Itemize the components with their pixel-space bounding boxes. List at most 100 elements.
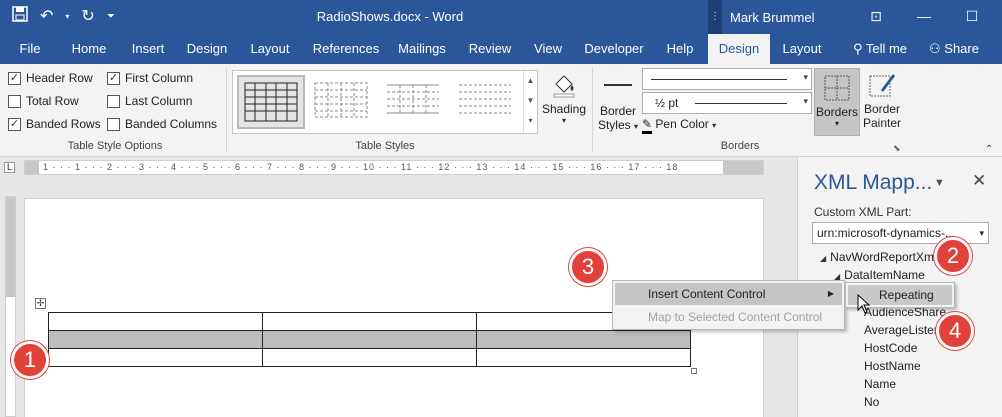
- maximize-button[interactable]: ☐: [948, 0, 996, 34]
- last-column-checkbox[interactable]: Last Column: [107, 94, 192, 108]
- gallery-up-icon[interactable]: ▲: [524, 71, 537, 91]
- table-cell[interactable]: [476, 330, 691, 349]
- table-style-grid[interactable]: [237, 75, 305, 129]
- table-cell[interactable]: [262, 312, 477, 331]
- ribbon-options-icon[interactable]: ⊡: [852, 0, 900, 34]
- table-cell[interactable]: [262, 330, 477, 349]
- mouse-cursor-icon: [857, 293, 871, 319]
- horizontal-ruler[interactable]: 1 · · · 1 · · · 2 · · · 3 · · · 4 · · · …: [24, 160, 764, 175]
- last-column-label: Last Column: [125, 94, 193, 108]
- ruler-margin-left: [25, 161, 39, 174]
- tree-node-averagelisten[interactable]: AverageListen: [864, 323, 941, 337]
- table-style-plain-1[interactable]: [309, 75, 377, 129]
- borders-label: Borders: [815, 105, 859, 119]
- border-styles-button[interactable]: Border Styles ▾: [596, 68, 640, 140]
- tab-view[interactable]: View: [526, 34, 570, 64]
- total-row-checkbox[interactable]: Total Row: [8, 94, 79, 108]
- table-cell[interactable]: [48, 330, 263, 349]
- table-resize-handle[interactable]: [691, 368, 697, 374]
- document-title: RadioShows.docx - Word: [316, 9, 464, 24]
- dropdown-arrow-icon: ▾: [561, 116, 566, 125]
- ruler-margin-right: [723, 161, 763, 174]
- tab-insert[interactable]: Insert: [124, 34, 172, 64]
- table-cell[interactable]: [262, 348, 477, 367]
- collapse-ribbon-icon[interactable]: ⌃: [985, 144, 993, 155]
- tree-node-hostcode[interactable]: HostCode: [864, 341, 917, 355]
- table-style-plain-2[interactable]: [381, 75, 449, 129]
- borders-dialog-launcher-icon[interactable]: ⬊: [893, 143, 901, 154]
- tree-node-no[interactable]: No: [864, 395, 879, 409]
- table-row[interactable]: [48, 348, 691, 367]
- border-painter-button[interactable]: Border Painter: [860, 68, 904, 140]
- table-row[interactable]: [48, 312, 691, 331]
- table-style-plain-3[interactable]: [453, 75, 521, 129]
- borders-group-label: Borders: [720, 140, 760, 152]
- banded-rows-checkbox[interactable]: ✓ Banded Rows: [8, 117, 101, 131]
- ribbon: ✓ Header Row Total Row ✓ Banded Rows ✓ F…: [0, 64, 1002, 157]
- gallery-scroll[interactable]: ▲ ▼ ▾: [523, 71, 537, 133]
- tab-mailings[interactable]: Mailings: [390, 34, 454, 64]
- share-button[interactable]: ⚇ Share: [924, 34, 984, 64]
- close-icon[interactable]: ✕: [972, 171, 986, 191]
- minimize-button[interactable]: —: [900, 0, 948, 34]
- tab-developer[interactable]: Developer: [578, 34, 650, 64]
- checkmark-icon: ✓: [8, 71, 21, 85]
- callout-4: 4: [936, 312, 974, 350]
- header-row-checkbox[interactable]: ✓ Header Row: [8, 71, 93, 85]
- callout-2: 2: [934, 237, 972, 275]
- gallery-more-icon[interactable]: ▾: [524, 111, 537, 131]
- tab-home[interactable]: Home: [64, 34, 114, 64]
- tree-node-dataitem[interactable]: ◢ DataItemName: [834, 268, 925, 282]
- tab-table-design[interactable]: Design: [708, 34, 770, 64]
- pane-options-icon[interactable]: ▼: [934, 177, 945, 189]
- banded-rows-label: Banded Rows: [26, 117, 101, 131]
- tab-file[interactable]: File: [10, 34, 50, 64]
- ruler-marks: 1 · · · 1 · · · 2 · · · 3 · · · 4 · · · …: [43, 162, 679, 172]
- tree-node-hostname[interactable]: HostName: [864, 359, 921, 373]
- line-weight-combo[interactable]: ½ pt ▾: [642, 92, 812, 114]
- tab-references[interactable]: References: [306, 34, 386, 64]
- tell-me-label: Tell me: [865, 41, 908, 56]
- gallery-down-icon[interactable]: ▼: [524, 91, 537, 111]
- chevron-down-icon: ▾: [803, 96, 808, 106]
- group-separator: [226, 68, 227, 152]
- shading-button[interactable]: Shading ▾: [540, 68, 588, 140]
- ribbon-display-icon[interactable]: ⋮: [708, 0, 722, 34]
- table-move-handle-icon[interactable]: ✢: [35, 298, 46, 309]
- border-painter-label-1: Border: [863, 102, 901, 116]
- table-cell[interactable]: [476, 348, 691, 367]
- document-table[interactable]: [48, 312, 691, 367]
- tree-node-name[interactable]: Name: [864, 377, 896, 391]
- tree-node-root[interactable]: ◢ NavWordReportXml: [820, 250, 937, 264]
- tab-review[interactable]: Review: [462, 34, 518, 64]
- paint-bucket-icon: [553, 75, 575, 98]
- vertical-ruler[interactable]: [5, 196, 16, 417]
- first-column-checkbox[interactable]: ✓ First Column: [107, 71, 193, 85]
- insert-content-control-item[interactable]: Insert Content Control ▶: [615, 283, 842, 305]
- tab-help[interactable]: Help: [658, 34, 702, 64]
- user-name[interactable]: Mark Brummel: [730, 10, 815, 25]
- table-styles-gallery[interactable]: ▲ ▼ ▾: [232, 70, 538, 134]
- callout-3: 3: [569, 248, 607, 286]
- dropdown-arrow-icon: ▾: [834, 119, 839, 128]
- table-cell[interactable]: [48, 312, 263, 331]
- close-button[interactable]: ✕: [996, 0, 1002, 34]
- table-cell[interactable]: [48, 348, 263, 367]
- pen-color-button[interactable]: ✎ Pen Color ▾: [642, 117, 732, 134]
- border-painter-icon: [869, 74, 895, 97]
- tab-table-layout[interactable]: Layout: [774, 34, 830, 64]
- tab-layout[interactable]: Layout: [242, 34, 298, 64]
- border-line-icon: [604, 84, 632, 86]
- checkmark-icon: ✓: [8, 117, 21, 131]
- tell-me-search[interactable]: ⚲ Tell me: [840, 34, 920, 64]
- tab-selector-icon[interactable]: L: [4, 162, 15, 173]
- border-painter-label-2: Painter: [862, 116, 902, 130]
- line-style-combo[interactable]: ▾: [642, 68, 812, 90]
- table-row[interactable]: [48, 330, 691, 349]
- border-styles-label-2: Styles ▾: [597, 118, 639, 132]
- person-icon: ⚇: [929, 41, 941, 56]
- expand-triangle-icon[interactable]: ◢: [820, 254, 826, 263]
- banded-columns-checkbox[interactable]: Banded Columns: [107, 117, 217, 131]
- tab-design[interactable]: Design: [180, 34, 234, 64]
- borders-button[interactable]: Borders ▾: [814, 68, 860, 136]
